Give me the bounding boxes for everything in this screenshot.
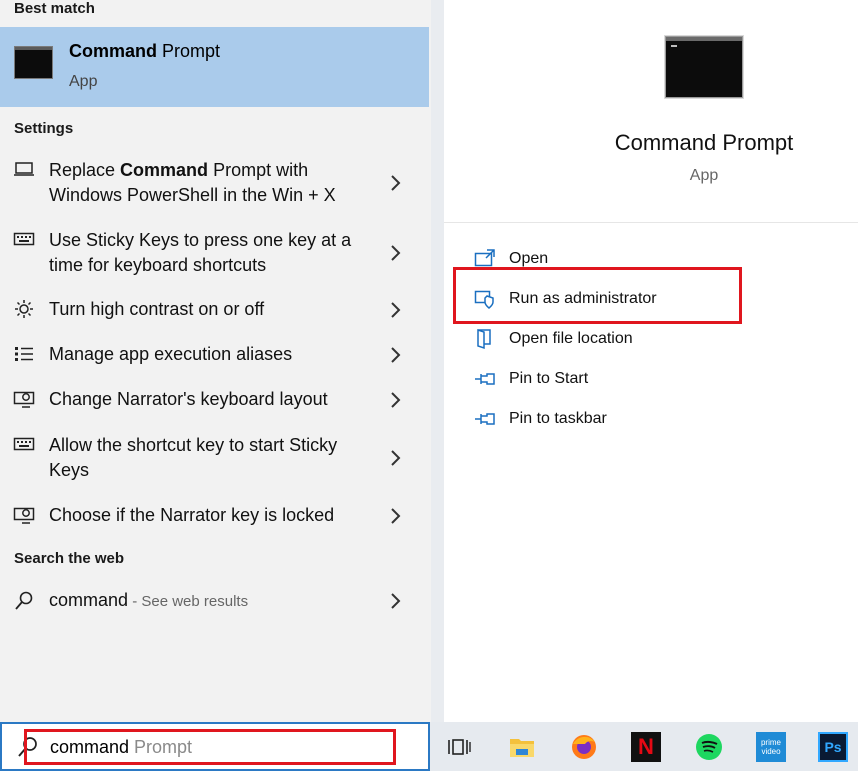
settings-heading: Settings	[14, 120, 74, 137]
app-details-header	[444, 0, 858, 223]
laptop-icon	[12, 161, 36, 181]
action-label: Open	[509, 250, 549, 267]
best-match-name: Command Prompt	[69, 41, 221, 61]
folder-icon	[474, 328, 496, 350]
chevron-right-icon	[388, 506, 404, 526]
spotify-icon[interactable]	[694, 732, 724, 762]
chevron-right-icon	[388, 390, 404, 410]
narrator-icon	[12, 505, 36, 525]
settings-item-narrator-layout[interactable]: Change Narrator's keyboard layout	[0, 387, 429, 415]
settings-item-sticky-keys[interactable]: Use Sticky Keys to press one key at a ti…	[0, 228, 429, 280]
list-icon	[12, 344, 36, 364]
action-label: Pin to taskbar	[509, 410, 607, 427]
chevron-right-icon	[388, 448, 404, 468]
photoshop-icon[interactable]: Ps	[818, 732, 848, 762]
search-results-panel: Best match Command Prompt App Settings R…	[0, 0, 431, 722]
settings-item-sticky-shortcut[interactable]: Allow the shortcut key to start Sticky K…	[0, 433, 429, 485]
firefox-icon[interactable]	[569, 732, 599, 762]
settings-item-execution-aliases[interactable]: Manage app execution aliases	[0, 342, 429, 370]
web-search-result[interactable]: command - See web results	[0, 588, 429, 616]
settings-item-label: Turn high contrast on or off	[49, 299, 265, 319]
chevron-right-icon	[388, 243, 404, 263]
narrator-icon	[12, 389, 36, 409]
action-label: Pin to Start	[509, 370, 589, 387]
prime-video-icon[interactable]: prime video	[756, 732, 786, 762]
settings-item-label: Replace Command Prompt with Windows Powe…	[49, 160, 336, 205]
chevron-right-icon	[388, 591, 404, 611]
file-explorer-icon[interactable]	[507, 732, 537, 762]
keyboard-icon	[12, 231, 36, 251]
best-match-type: App	[69, 73, 98, 90]
app-details-panel	[444, 0, 858, 722]
action-pin-to-start[interactable]: Pin to Start	[474, 368, 734, 392]
settings-item-label: Change Narrator's keyboard layout	[49, 389, 328, 409]
settings-item-narrator-key-locked[interactable]: Choose if the Narrator key is locked	[0, 503, 429, 531]
taskbar: N prime video Ps	[430, 722, 858, 771]
chevron-right-icon	[388, 173, 404, 193]
action-pin-to-taskbar[interactable]: Pin to taskbar	[474, 408, 734, 432]
settings-item-label: Use Sticky Keys to press one key at a ti…	[49, 230, 352, 275]
settings-item-label: Choose if the Narrator key is locked	[49, 505, 335, 525]
pin-icon	[474, 368, 496, 390]
best-match-heading: Best match	[14, 0, 95, 17]
app-subtitle: App	[689, 167, 719, 184]
settings-item-label: Manage app execution aliases	[49, 344, 293, 364]
action-label: Open file location	[509, 330, 633, 347]
annotation-highlight-run-as-admin	[453, 267, 742, 324]
keyboard-icon	[12, 436, 36, 456]
task-view-icon[interactable]	[444, 732, 474, 762]
annotation-highlight-search	[24, 729, 396, 765]
settings-item-label: Allow the shortcut key to start Sticky K…	[49, 435, 338, 480]
web-search-label: command - See web results	[49, 590, 249, 610]
settings-item-high-contrast[interactable]: Turn high contrast on or off	[0, 297, 429, 325]
command-prompt-large-icon	[665, 36, 743, 98]
chevron-right-icon	[388, 345, 404, 365]
app-title-text: Command Prompt	[614, 130, 794, 155]
netflix-icon[interactable]: N	[631, 732, 661, 762]
chevron-right-icon	[388, 300, 404, 320]
brightness-icon	[12, 299, 36, 319]
action-open-file-location[interactable]: Open file location	[474, 328, 734, 352]
best-match-command-prompt[interactable]: Command Prompt App	[0, 27, 429, 107]
search-web-heading: Search the web	[14, 550, 125, 567]
command-prompt-icon	[14, 46, 53, 79]
search-icon	[12, 590, 36, 610]
settings-item-replace-powershell[interactable]: Replace Command Prompt with Windows Powe…	[0, 158, 429, 210]
pin-icon	[474, 408, 496, 430]
